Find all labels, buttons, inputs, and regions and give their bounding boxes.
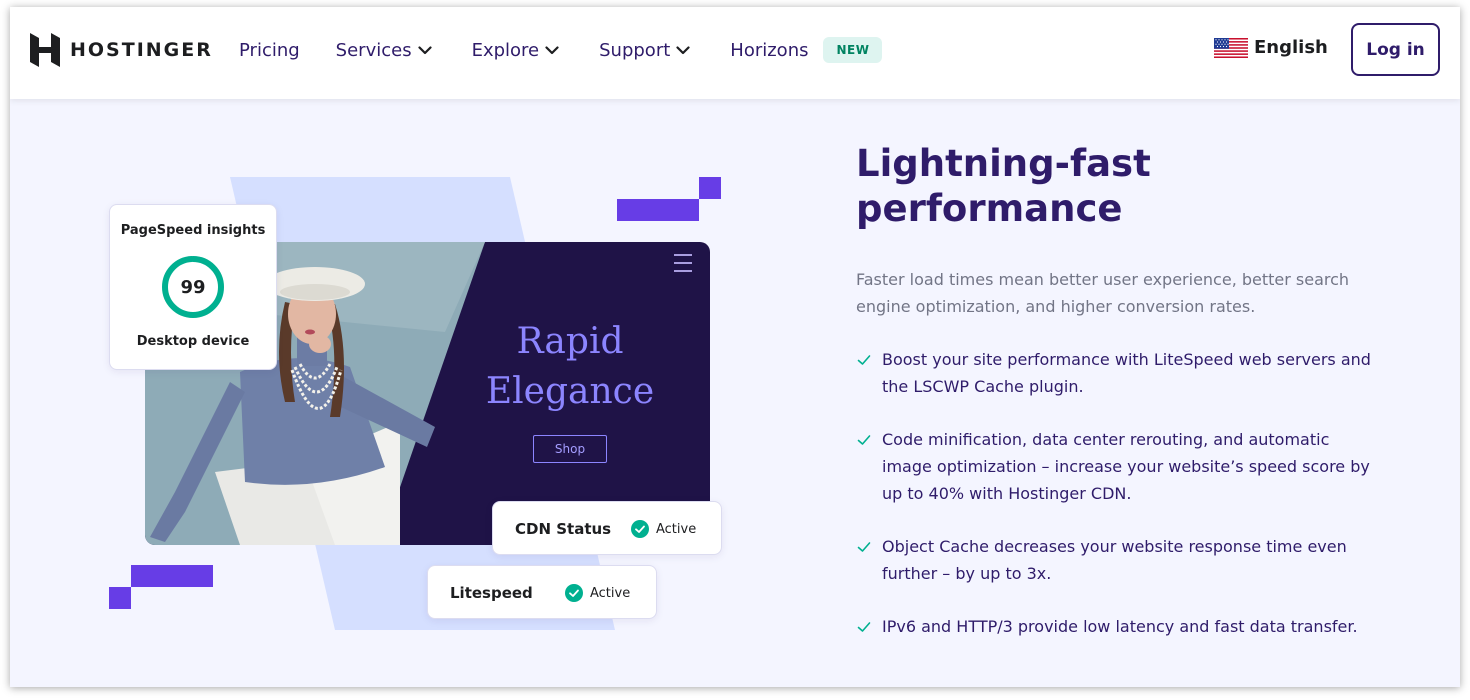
decor-block bbox=[131, 565, 213, 587]
main-nav: Pricing Services Explore Support Horizon… bbox=[239, 35, 883, 65]
feature-text: Boost your site performance with LiteSpe… bbox=[882, 350, 1371, 396]
litespeed-status-card: Litespeed Active bbox=[427, 565, 657, 619]
nav-item-support[interactable]: Support bbox=[599, 35, 690, 65]
check-circle-icon bbox=[631, 520, 649, 538]
pagespeed-device: Desktop device bbox=[136, 334, 250, 349]
check-icon bbox=[857, 435, 871, 445]
check-icon bbox=[857, 542, 871, 552]
nav-item-label: Pricing bbox=[239, 39, 300, 61]
status-value: Active bbox=[565, 566, 630, 620]
status-value: Active bbox=[631, 502, 696, 556]
site-header: HOSTINGER Pricing Services Explore Suppo… bbox=[10, 7, 1460, 99]
pagespeed-title: PageSpeed insights bbox=[120, 223, 266, 238]
feature-item: IPv6 and HTTP/3 provide low latency and … bbox=[856, 613, 1376, 640]
headline-line: performance bbox=[856, 187, 1123, 230]
feature-item: Object Cache decreases your website resp… bbox=[856, 533, 1376, 587]
hostinger-logo-icon bbox=[30, 33, 60, 67]
chevron-down-icon bbox=[417, 45, 432, 54]
check-icon bbox=[857, 355, 871, 365]
performance-illustration: Rapid Elegance Shop PageSpeed insights 9… bbox=[10, 99, 770, 687]
brand-name: HOSTINGER bbox=[70, 39, 213, 61]
nav-item-pricing[interactable]: Pricing bbox=[239, 35, 300, 65]
nav-item-horizons[interactable]: Horizons NEW bbox=[730, 35, 883, 65]
status-value-label: Active bbox=[590, 585, 631, 601]
pagespeed-score: 99 bbox=[180, 276, 206, 298]
nav-item-services[interactable]: Services bbox=[336, 35, 432, 65]
decor-block bbox=[617, 199, 699, 221]
nav-item-label: Explore bbox=[471, 39, 540, 61]
feature-text: IPv6 and HTTP/3 provide low latency and … bbox=[882, 617, 1358, 636]
hero-title: Rapid Elegance bbox=[465, 317, 675, 417]
nav-item-label: Services bbox=[335, 39, 412, 61]
nav-item-explore[interactable]: Explore bbox=[472, 35, 560, 65]
chevron-down-icon bbox=[676, 45, 690, 54]
decor-block bbox=[699, 177, 721, 199]
hero-title-line: Elegance bbox=[485, 371, 655, 412]
new-badge: NEW bbox=[823, 37, 883, 63]
status-name: CDN Status bbox=[515, 520, 612, 538]
section-headline: Lightning-fast performance bbox=[856, 141, 1376, 231]
nav-item-label: Horizons bbox=[730, 39, 809, 61]
hamburger-menu-icon bbox=[674, 254, 692, 278]
language-label: English bbox=[1254, 37, 1328, 58]
headline-line: Lightning-fast bbox=[856, 142, 1151, 185]
login-button[interactable]: Log in bbox=[1351, 23, 1440, 76]
us-flag-icon bbox=[1214, 37, 1248, 58]
language-selector[interactable]: English bbox=[1214, 37, 1328, 58]
pagespeed-card: PageSpeed insights 99 Desktop device bbox=[109, 204, 277, 370]
cdn-status-card: CDN Status Active bbox=[492, 501, 722, 555]
check-circle-icon bbox=[565, 584, 583, 602]
feature-text: Code minification, data center rerouting… bbox=[882, 430, 1370, 503]
check-icon bbox=[857, 622, 871, 632]
feature-item: Boost your site performance with LiteSpe… bbox=[856, 346, 1376, 400]
shop-button: Shop bbox=[533, 435, 607, 463]
decor-block bbox=[109, 587, 131, 609]
hero-title-line: Rapid bbox=[516, 321, 624, 362]
status-name: Litespeed bbox=[450, 584, 533, 602]
status-value-label: Active bbox=[656, 521, 697, 537]
section-description: Faster load times mean better user exper… bbox=[856, 270, 1350, 316]
brand-logo[interactable]: HOSTINGER bbox=[30, 33, 213, 67]
page-frame: HOSTINGER Pricing Services Explore Suppo… bbox=[10, 7, 1460, 687]
feature-item: Code minification, data center rerouting… bbox=[856, 426, 1376, 507]
nav-item-label: Support bbox=[599, 39, 671, 61]
chevron-down-icon bbox=[545, 45, 559, 54]
feature-text: Object Cache decreases your website resp… bbox=[882, 537, 1347, 583]
